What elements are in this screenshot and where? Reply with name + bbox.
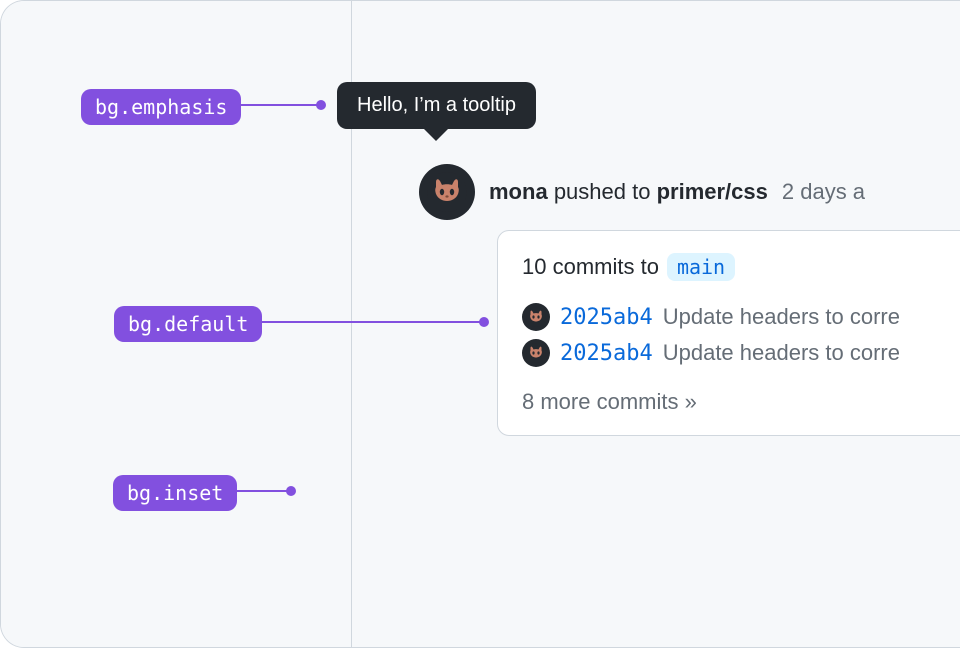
card-title: 10 commits to main (522, 253, 952, 281)
feed-verb: pushed to (554, 179, 651, 204)
tooltip-text: Hello, I’m a tooltip (357, 94, 516, 116)
commit-hash[interactable]: 2025ab4 (560, 305, 653, 330)
tooltip: Hello, I’m a tooltip (337, 82, 536, 129)
avatar (419, 164, 475, 220)
commit-row: 2025ab4 Update headers to corre (522, 335, 952, 371)
commit-message: Update headers to corre (663, 304, 900, 330)
token-label-text: bg.emphasis (95, 95, 227, 119)
more-commits-link[interactable]: 8 more commits » (522, 389, 952, 415)
connector-dot (479, 317, 489, 327)
commit-row: 2025ab4 Update headers to corre (522, 299, 952, 335)
token-label-text: bg.inset (127, 481, 223, 505)
feed-item-header: mona pushed to primer/css 2 days a (419, 164, 865, 220)
feed-text: mona pushed to primer/css (489, 179, 768, 205)
token-label-text: bg.default (128, 312, 248, 336)
connector-line (229, 490, 287, 492)
token-bg-inset: bg.inset (113, 475, 237, 511)
commit-hash[interactable]: 2025ab4 (560, 341, 653, 366)
connector-dot (316, 100, 326, 110)
branch-pill[interactable]: main (667, 253, 735, 281)
octocat-icon (526, 307, 546, 327)
avatar (522, 303, 550, 331)
commit-message: Update headers to corre (663, 340, 900, 366)
avatar (522, 339, 550, 367)
token-bg-default: bg.default (114, 306, 262, 342)
feed-repo[interactable]: primer/css (657, 179, 768, 204)
canvas-frame: bg.emphasis bg.default bg.inset Hello, I… (0, 0, 960, 648)
commits-card: 10 commits to main 2025ab4 Update header… (497, 230, 960, 436)
connector-dot (286, 486, 296, 496)
octocat-icon (427, 172, 467, 212)
token-bg-emphasis: bg.emphasis (81, 89, 241, 125)
commit-count-text: 10 commits to (522, 254, 659, 280)
octocat-icon (526, 343, 546, 363)
connector-line (239, 104, 317, 106)
feed-time: 2 days a (782, 179, 865, 205)
connector-line (259, 321, 481, 323)
feed-user[interactable]: mona (489, 179, 548, 204)
